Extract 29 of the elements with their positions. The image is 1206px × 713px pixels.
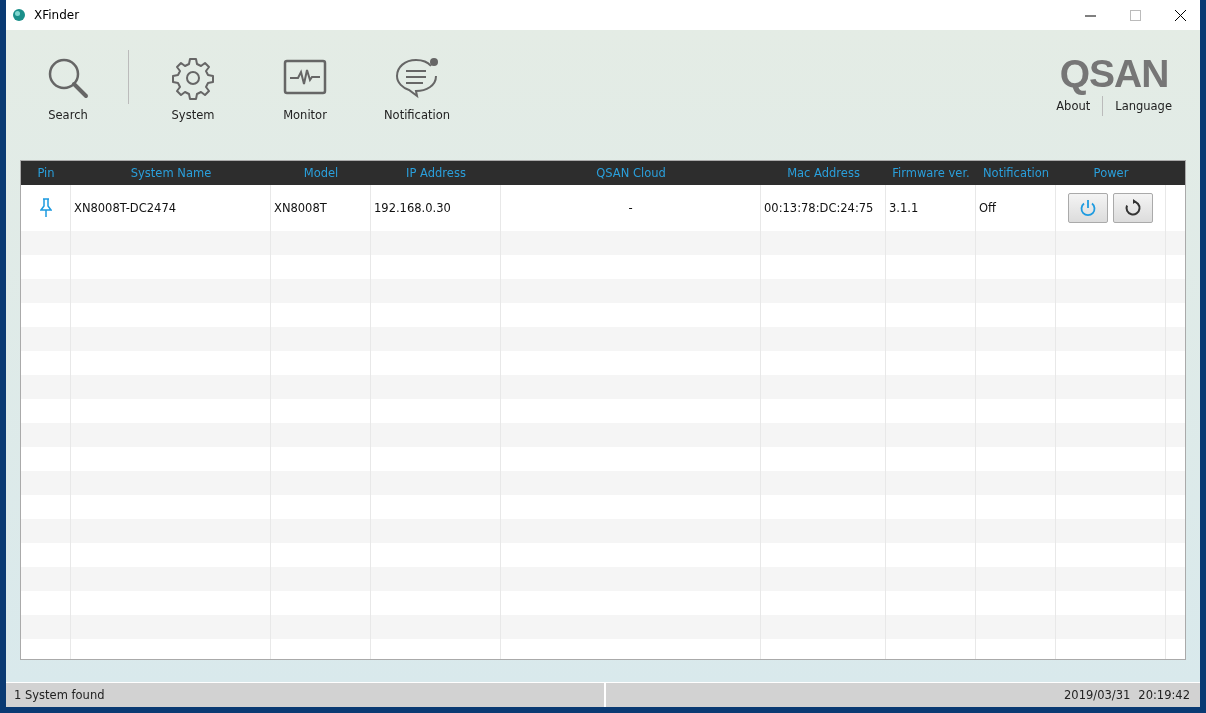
status-date: 2019/03/31 bbox=[1064, 688, 1131, 702]
app-logo-icon bbox=[12, 8, 26, 22]
toolbar-button[interactable]: Notification bbox=[369, 50, 465, 122]
header-link[interactable]: About bbox=[1052, 99, 1095, 113]
header-link[interactable]: Language bbox=[1111, 99, 1176, 113]
power-button[interactable] bbox=[1068, 193, 1108, 223]
column-header[interactable]: IP Address bbox=[371, 166, 501, 180]
search-icon bbox=[46, 56, 90, 100]
settings-icon bbox=[171, 56, 215, 100]
window-title: XFinder bbox=[34, 8, 80, 22]
pin-icon[interactable] bbox=[39, 198, 52, 218]
status-message: 1 System found bbox=[6, 683, 606, 707]
toolbar-button[interactable]: Monitor bbox=[257, 50, 353, 122]
column-header[interactable]: Pin bbox=[21, 166, 71, 180]
power-icon bbox=[1079, 199, 1097, 217]
column-header[interactable]: Firmware ver. bbox=[886, 166, 976, 180]
toolbar-button[interactable]: System bbox=[145, 50, 241, 122]
toolbar-button[interactable]: Search bbox=[20, 50, 116, 122]
close-icon[interactable] bbox=[1175, 9, 1186, 21]
column-header[interactable]: Notification bbox=[976, 166, 1056, 180]
chat-bubble-icon bbox=[395, 56, 439, 100]
restart-icon bbox=[1124, 199, 1142, 217]
column-header[interactable]: Mac Address bbox=[761, 166, 886, 180]
column-header[interactable]: Model bbox=[271, 166, 371, 180]
column-header[interactable]: Power bbox=[1056, 166, 1166, 180]
column-header[interactable]: QSAN Cloud bbox=[501, 166, 761, 180]
status-time: 20:19:42 bbox=[1138, 688, 1190, 702]
restart-button[interactable] bbox=[1113, 193, 1153, 223]
column-header[interactable]: System Name bbox=[71, 166, 271, 180]
